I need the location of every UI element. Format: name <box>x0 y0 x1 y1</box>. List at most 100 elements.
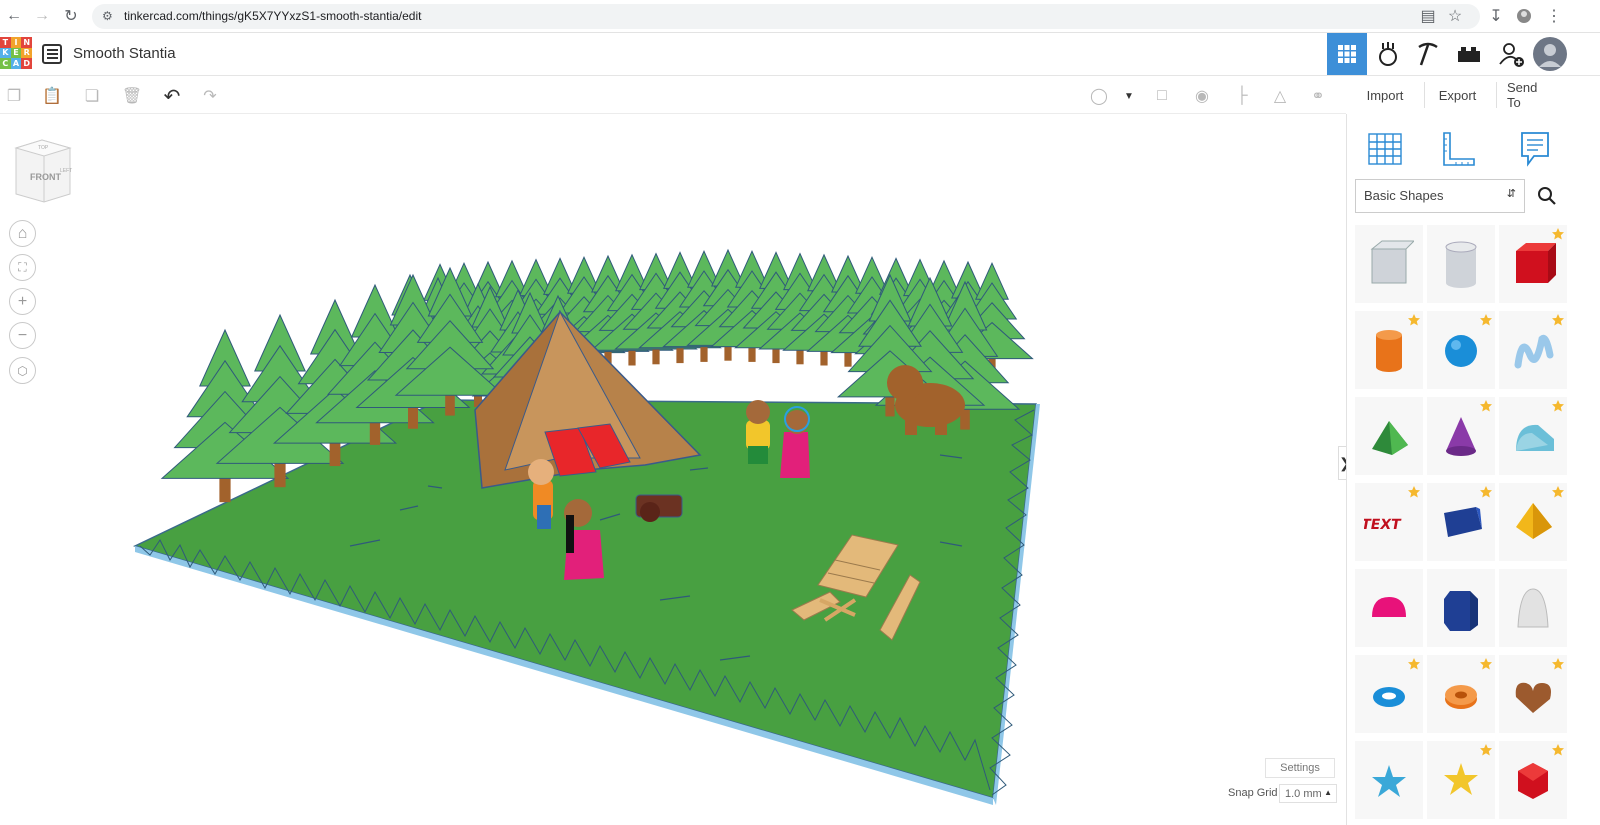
design-list-icon[interactable] <box>42 44 62 64</box>
snap-grid-value: 1.0 mm <box>1285 787 1322 800</box>
bricks-button[interactable] <box>1449 33 1489 75</box>
redo-icon[interactable]: ↷ <box>198 84 222 108</box>
profile-icon[interactable] <box>1514 6 1534 26</box>
round-roof-shape[interactable] <box>1499 397 1567 475</box>
forward-icon[interactable]: → <box>32 6 52 26</box>
note-icon[interactable]: □ <box>1150 84 1174 108</box>
logo-letter: C <box>0 58 11 69</box>
logo-letter: D <box>21 58 32 69</box>
shape-category-select[interactable]: Basic Shapes ⇵ <box>1355 179 1525 213</box>
reload-icon[interactable]: ↻ <box>61 6 81 26</box>
mirror-icon[interactable]: △ <box>1268 84 1292 108</box>
download-icon[interactable]: ↧ <box>1486 6 1506 26</box>
polygon-shape[interactable] <box>1427 569 1495 647</box>
favorite-star-icon <box>1552 228 1564 240</box>
align-icon[interactable]: ├ <box>1230 84 1254 108</box>
search-icon <box>1538 187 1556 205</box>
view-cube-top-label: TOP <box>38 145 49 151</box>
circuits-button[interactable] <box>1368 33 1408 75</box>
icosahedron-shape-icon <box>1518 763 1548 799</box>
cylinder-shape-icon <box>1376 330 1402 372</box>
back-icon[interactable]: ← <box>4 6 24 26</box>
view-cube[interactable]: FRONT TOP LEFT <box>12 138 74 204</box>
favorite-star-icon <box>1480 314 1492 326</box>
torus-shape[interactable] <box>1355 655 1423 733</box>
paraboloid-shape[interactable] <box>1499 569 1567 647</box>
caret-up-icon: ▲ <box>1324 788 1332 797</box>
import-button[interactable]: Import <box>1352 82 1418 108</box>
favorite-star-icon <box>1552 658 1564 670</box>
invite-button[interactable] <box>1491 33 1531 75</box>
cylinder-shape[interactable] <box>1355 311 1423 389</box>
undo-icon[interactable]: ↶ <box>160 84 184 108</box>
roof-shape-icon <box>1372 421 1408 455</box>
home-view-icon[interactable]: ⌂ <box>9 220 36 247</box>
shape-category-value: Basic Shapes <box>1364 188 1444 203</box>
cruise-icon[interactable]: ⚭ <box>1306 84 1330 108</box>
bookmark-star-icon[interactable]: ☆ <box>1445 6 1465 26</box>
settings-button[interactable]: Settings <box>1265 758 1335 778</box>
ruler-icon[interactable]: ◉ <box>1190 84 1214 108</box>
address-bar[interactable]: ⚙ tinkercad.com/things/gK5X7YYxzS1-smoot… <box>92 4 1480 29</box>
view-cube-side-label: LEFT <box>60 168 72 174</box>
site-info-icon[interactable]: ⚙ <box>102 9 113 23</box>
install-app-icon[interactable]: ▤ <box>1418 6 1438 26</box>
icosahedron-shape[interactable] <box>1499 741 1567 819</box>
notes-tool-button[interactable] <box>1505 124 1565 174</box>
perspective-icon[interactable]: ⬡ <box>9 357 36 384</box>
scribble-shape[interactable] <box>1499 311 1567 389</box>
edit-toolbar: ❐ 📋 ❏ 🗑 ↶ ↷ ◯ ▼ □ ◉ ├ △ ⚭ <box>0 76 1346 114</box>
design-title[interactable]: Smooth Stantia <box>73 45 176 62</box>
star-shape[interactable] <box>1355 741 1423 819</box>
ruler-tool-button[interactable] <box>1429 124 1489 174</box>
favorite-star-icon <box>1552 744 1564 756</box>
send-to-button[interactable]: Send To <box>1496 80 1564 110</box>
box-shape-icon <box>1516 243 1556 283</box>
delete-icon[interactable]: 🗑 <box>120 84 144 108</box>
cylinder-hole-shape[interactable] <box>1427 225 1495 303</box>
zoom-in-icon[interactable]: + <box>9 288 36 315</box>
wedge-shape[interactable] <box>1427 483 1495 561</box>
roof-shape[interactable] <box>1355 397 1423 475</box>
user-avatar[interactable] <box>1532 33 1568 75</box>
logo-letter: T <box>0 37 11 48</box>
3d-design-view-button[interactable] <box>1327 33 1367 75</box>
workplane[interactable]: FRONT TOP LEFT ⌂ ⛶ + − ⬡ <box>0 114 1340 825</box>
favorite-star-icon <box>1552 486 1564 498</box>
zoom-out-icon[interactable]: − <box>9 322 36 349</box>
snap-grid-select[interactable]: 1.0 mm ▲ <box>1279 784 1337 803</box>
workplane-tool-button[interactable] <box>1355 124 1415 174</box>
box-shape[interactable] <box>1499 225 1567 303</box>
heart-shape[interactable] <box>1499 655 1567 733</box>
tube-shape[interactable] <box>1427 655 1495 733</box>
codeblocks-button[interactable] <box>1408 33 1448 75</box>
sphere-shape[interactable] <box>1427 311 1495 389</box>
half-sphere-shape[interactable] <box>1355 569 1423 647</box>
person-pink-dress <box>780 406 810 478</box>
select-arrows-icon: ⇵ <box>1506 188 1516 200</box>
text-shape-icon: TEXT <box>1364 517 1402 533</box>
light-dropdown-icon[interactable]: ▼ <box>1117 84 1141 108</box>
browser-menu-icon[interactable]: ⋮ <box>1544 6 1564 26</box>
light-bulb-icon[interactable]: ◯ <box>1087 84 1111 108</box>
export-button[interactable]: Export <box>1424 82 1490 108</box>
cone-shape[interactable] <box>1427 397 1495 475</box>
tinkercad-logo[interactable]: TINKERCAD <box>0 37 32 69</box>
star-gold-shape[interactable] <box>1427 741 1495 819</box>
3d-scene[interactable] <box>0 114 1340 825</box>
favorite-star-icon <box>1480 486 1492 498</box>
favorite-star-icon <box>1408 486 1420 498</box>
pyramid-shape[interactable] <box>1499 483 1567 561</box>
favorite-star-icon <box>1408 658 1420 670</box>
fit-view-icon[interactable]: ⛶ <box>9 254 36 281</box>
duplicate-icon[interactable]: ❏ <box>80 84 104 108</box>
paste-icon[interactable]: 📋 <box>40 84 64 108</box>
pyramid-shape-icon <box>1516 503 1552 539</box>
app-header: TINKERCAD Smooth Stantia <box>0 33 1600 76</box>
favorite-star-icon <box>1552 400 1564 412</box>
text-shape[interactable]: TEXT <box>1355 483 1423 561</box>
copy-icon[interactable]: ❐ <box>2 84 26 108</box>
shape-search-button[interactable] <box>1529 179 1565 213</box>
person-yellow <box>746 400 770 464</box>
box-hole-shape[interactable] <box>1355 225 1423 303</box>
